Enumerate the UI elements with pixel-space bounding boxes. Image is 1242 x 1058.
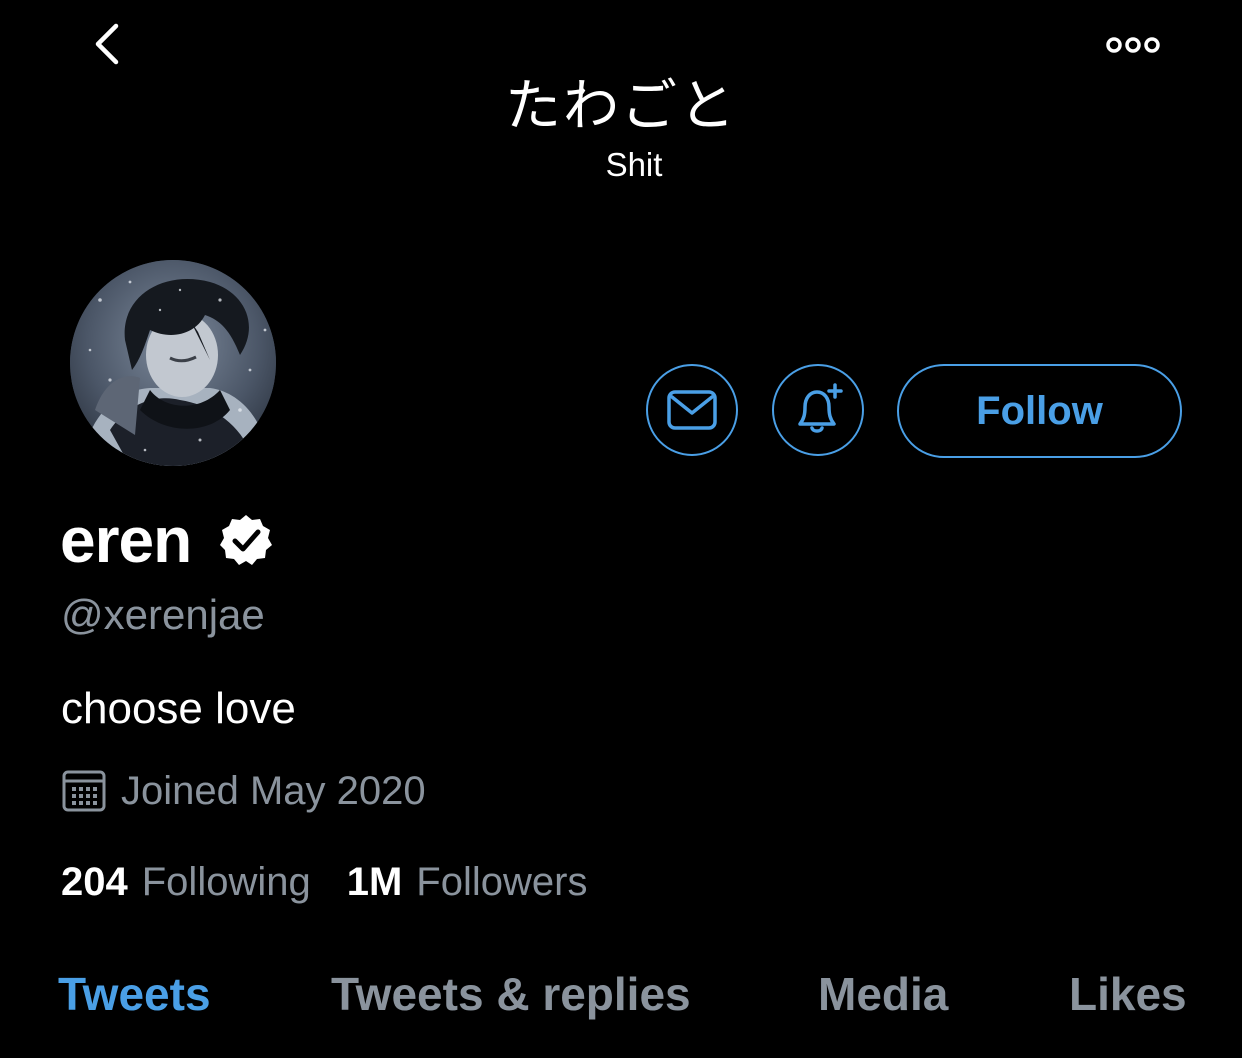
handle: @xerenjae <box>61 591 265 638</box>
following-count: 204 <box>61 859 128 904</box>
banner-title: たわごと <box>505 74 737 139</box>
followers-count: 1M <box>346 859 403 904</box>
stats-row: 204 Following 1M Followers <box>61 856 587 908</box>
display-name: eren <box>60 504 192 576</box>
display-name-row: eren <box>60 502 273 578</box>
back-button[interactable] <box>86 20 134 68</box>
envelope-icon <box>667 390 717 430</box>
avatar-image <box>70 260 276 466</box>
message-button[interactable] <box>646 364 738 456</box>
tab-media[interactable]: Media <box>818 964 948 1024</box>
notifications-button[interactable] <box>772 364 864 456</box>
follow-button[interactable]: Follow <box>897 364 1182 458</box>
verified-badge-icon <box>220 515 273 565</box>
bio: choose love <box>61 684 296 733</box>
avatar[interactable] <box>70 260 276 466</box>
tab-tweets[interactable]: Tweets <box>58 964 211 1024</box>
chevron-left-icon <box>95 23 119 65</box>
following-label: Following <box>141 859 311 904</box>
followers-link[interactable]: 1M Followers <box>347 860 588 905</box>
tab-likes[interactable]: Likes <box>1069 964 1187 1024</box>
banner-subtitle: Shit <box>605 146 663 183</box>
following-link[interactable]: 204 Following <box>61 860 311 905</box>
more-options-button[interactable] <box>1100 28 1166 62</box>
profile-tabs: Tweets Tweets & replies Media Likes <box>0 964 1242 1028</box>
joined-date-row: Joined May 2020 <box>61 766 426 816</box>
bell-plus-icon <box>798 383 843 433</box>
joined-date: Joined May 2020 <box>121 768 426 813</box>
calendar-icon <box>62 770 106 812</box>
more-dots-icon <box>1106 37 1160 53</box>
followers-label: Followers <box>416 859 588 904</box>
tab-tweets-and-replies[interactable]: Tweets & replies <box>331 964 691 1024</box>
